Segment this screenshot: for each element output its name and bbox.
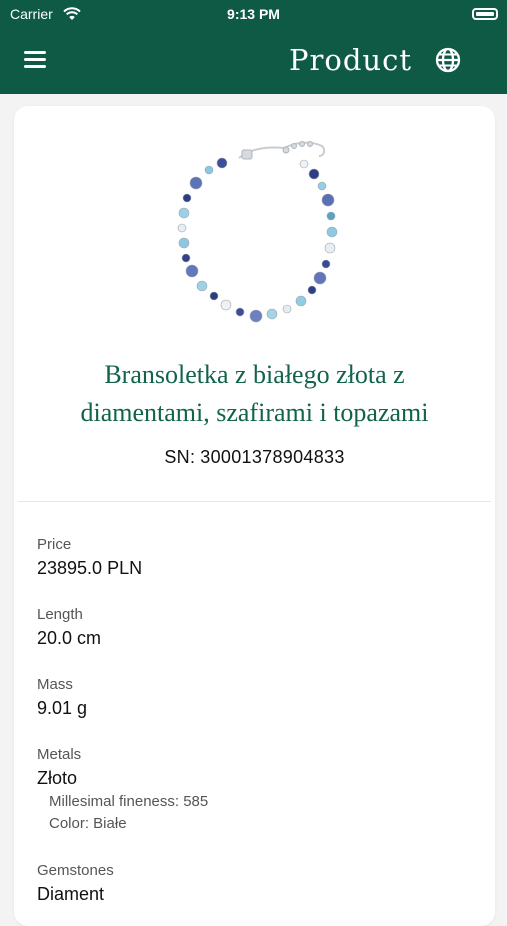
product-name: Bransoletka z białego złota z diamentami… — [34, 356, 475, 432]
status-time: 9:13 PM — [227, 6, 280, 22]
product-name-line-1: Bransoletka z białego złota z — [104, 360, 405, 389]
detail-mass: Mass 9.01 g — [37, 674, 477, 744]
battery-icon — [472, 8, 498, 20]
product-name-line-2: diamentami, szafirami i topazami — [80, 398, 429, 427]
mass-label: Mass — [37, 676, 73, 693]
serial-number-value: 30001378904833 — [200, 447, 345, 467]
detail-length: Length 20.0 cm — [37, 604, 477, 674]
gemstones-label: Gemstones — [37, 862, 114, 879]
metals-label: Metals — [37, 746, 82, 763]
detail-price: Price 23895.0 PLN — [37, 534, 477, 604]
serial-number-label: SN: — [164, 447, 196, 467]
serial-number: SN: 30001378904833 — [14, 447, 495, 468]
length-label: Length — [37, 606, 83, 623]
product-card: Bransoletka z białego złota z diamentami… — [14, 106, 495, 926]
gemstones-value: Diament — [37, 884, 105, 904]
divider — [18, 501, 491, 502]
length-value: 20.0 cm — [37, 628, 102, 648]
bracelet-image — [177, 141, 338, 323]
status-bar: Carrier 9:13 PM — [0, 6, 507, 24]
product-details: Price 23895.0 PLN Length 20.0 cm Mass 9.… — [37, 534, 477, 907]
globe-icon[interactable] — [434, 46, 462, 74]
page-title: Product — [289, 43, 412, 77]
mass-value: 9.01 g — [37, 698, 88, 718]
detail-metals: Metals Złoto Millesimal fineness: 585 Co… — [37, 744, 477, 860]
price-value: 23895.0 PLN — [37, 558, 143, 578]
app-header: Carrier 9:13 PM Product — [0, 0, 507, 94]
metal-color: Color: Białe — [49, 815, 127, 832]
metal-fineness: Millesimal fineness: 585 — [49, 793, 209, 810]
metals-value: Złoto — [37, 768, 78, 788]
price-label: Price — [37, 536, 72, 553]
